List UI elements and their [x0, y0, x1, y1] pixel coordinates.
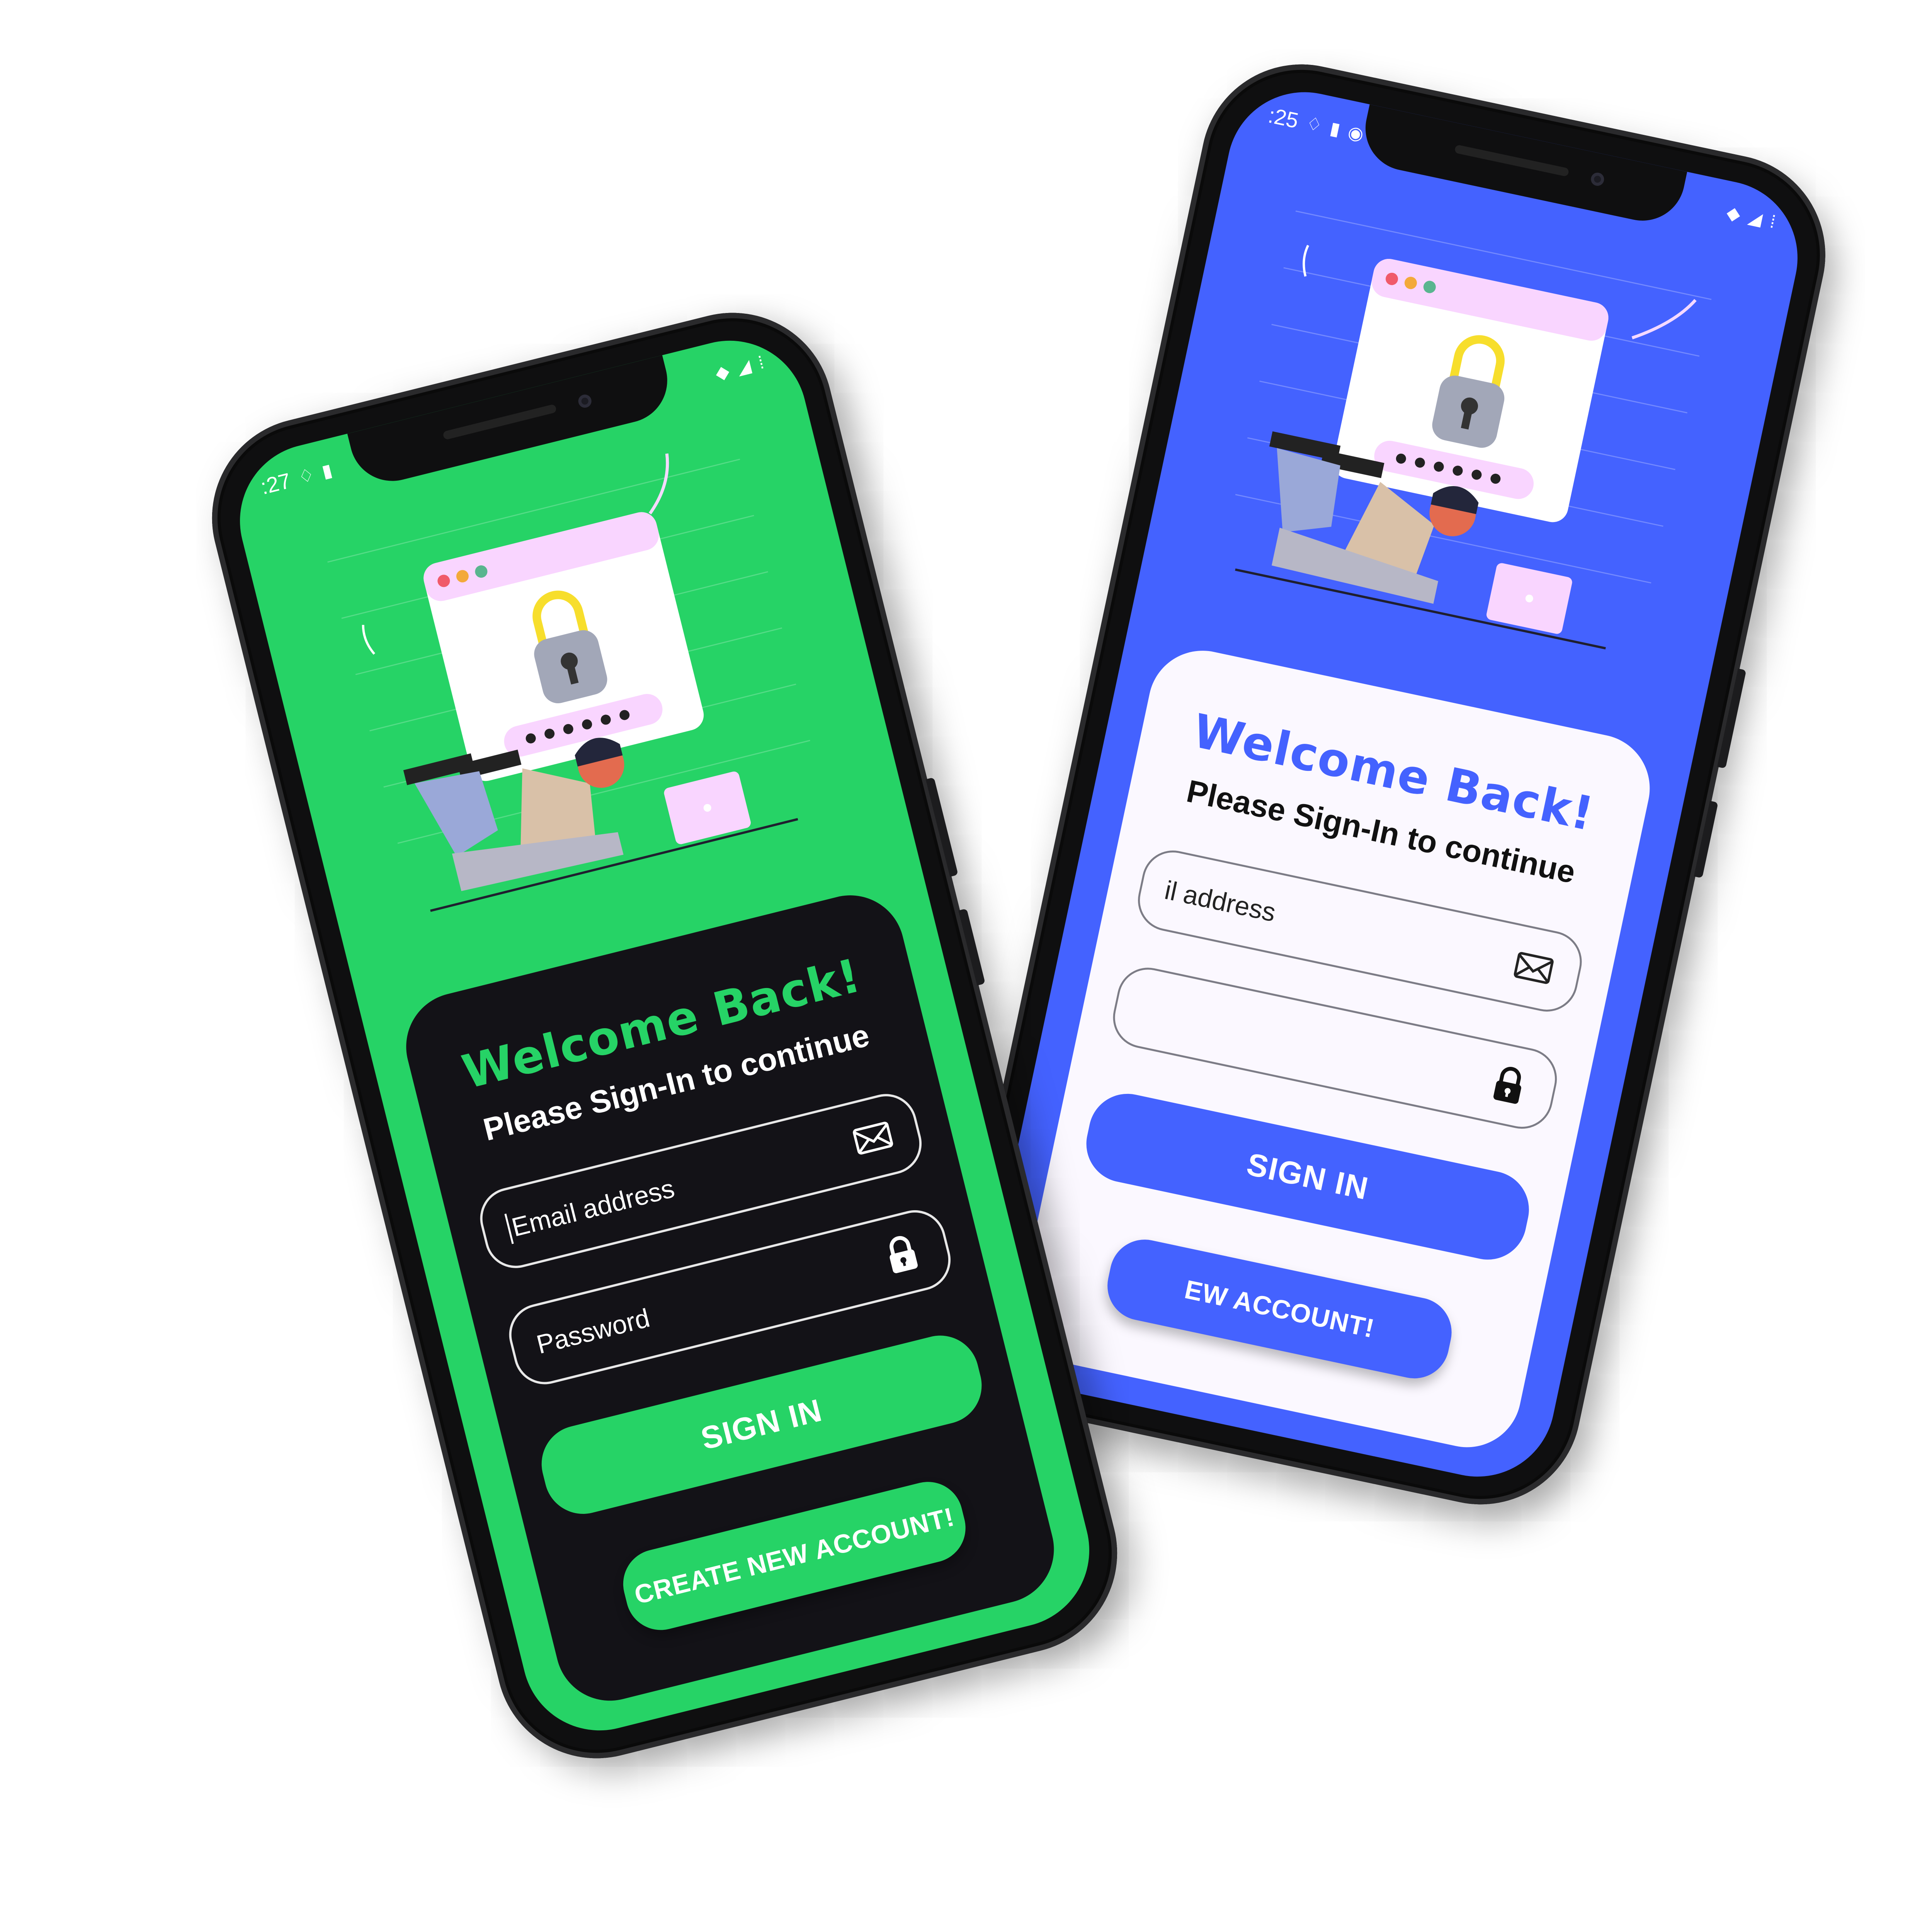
mail-icon: [853, 1122, 893, 1155]
mockup-stage: :25 ♢ ▮ ◉ ◆ ◢ ⁞ Welcome Back! Please Sig…: [0, 0, 1932, 1932]
sd-card-icon: ▮: [1328, 117, 1342, 139]
status-time: :27: [258, 468, 293, 499]
phone-screen: :27 ♢ ▮ ◆ ◢ ⁞ Welcome Back! Please Sign-…: [223, 324, 1106, 1747]
login-card: Welcome Back! Please Sign-In to continue…: [1010, 641, 1660, 1458]
browser-window-graphic: [423, 512, 704, 781]
dots-icon: ⁞: [1768, 211, 1777, 232]
mail-icon: [1514, 952, 1554, 984]
phone-screen: :25 ♢ ▮ ◉ ◆ ◢ ⁞ Welcome Back! Please Sig…: [970, 78, 1812, 1491]
volume-button: [958, 908, 986, 986]
lock-icon: [1493, 1067, 1521, 1104]
power-button: [925, 777, 958, 877]
login-card: Welcome Back! Please Sign-In to continue…: [395, 884, 1066, 1712]
password-placeholder: Password: [533, 1303, 653, 1360]
signal-icon: ◢: [1747, 206, 1764, 230]
wifi-icon: ◆: [1725, 202, 1743, 225]
phone-green: :27 ♢ ▮ ◆ ◢ ⁞ Welcome Back! Please Sign-…: [190, 291, 1139, 1780]
sd-card-icon: ▮: [320, 459, 334, 482]
phone-blue: :25 ♢ ▮ ◉ ◆ ◢ ⁞ Welcome Back! Please Sig…: [938, 46, 1844, 1523]
status-time: :25: [1266, 102, 1301, 133]
signal-icon: ◢: [735, 355, 753, 378]
speaker-grille: [1454, 144, 1570, 177]
volume-button: [1694, 801, 1718, 878]
dots-icon: ⁞: [756, 352, 766, 373]
wifi-icon: ◆: [713, 361, 731, 384]
email-placeholder: Email address: [509, 1173, 678, 1243]
front-camera: [1590, 171, 1605, 187]
power-button: [1717, 668, 1747, 769]
create-account-button[interactable]: EW ACCOUNT!: [1101, 1233, 1458, 1385]
email-placeholder: il address: [1162, 875, 1279, 928]
create-account-button[interactable]: CREATE NEW ACCOUNT!: [616, 1475, 973, 1638]
front-camera: [577, 393, 593, 409]
lock-icon: [889, 1236, 918, 1274]
sync-icon: ◉: [1346, 121, 1366, 145]
speaker-grille: [442, 404, 557, 440]
notification-icon: ♢: [1304, 112, 1324, 136]
browser-window-graphic: [1333, 259, 1609, 522]
notification-icon: ♢: [296, 464, 316, 488]
